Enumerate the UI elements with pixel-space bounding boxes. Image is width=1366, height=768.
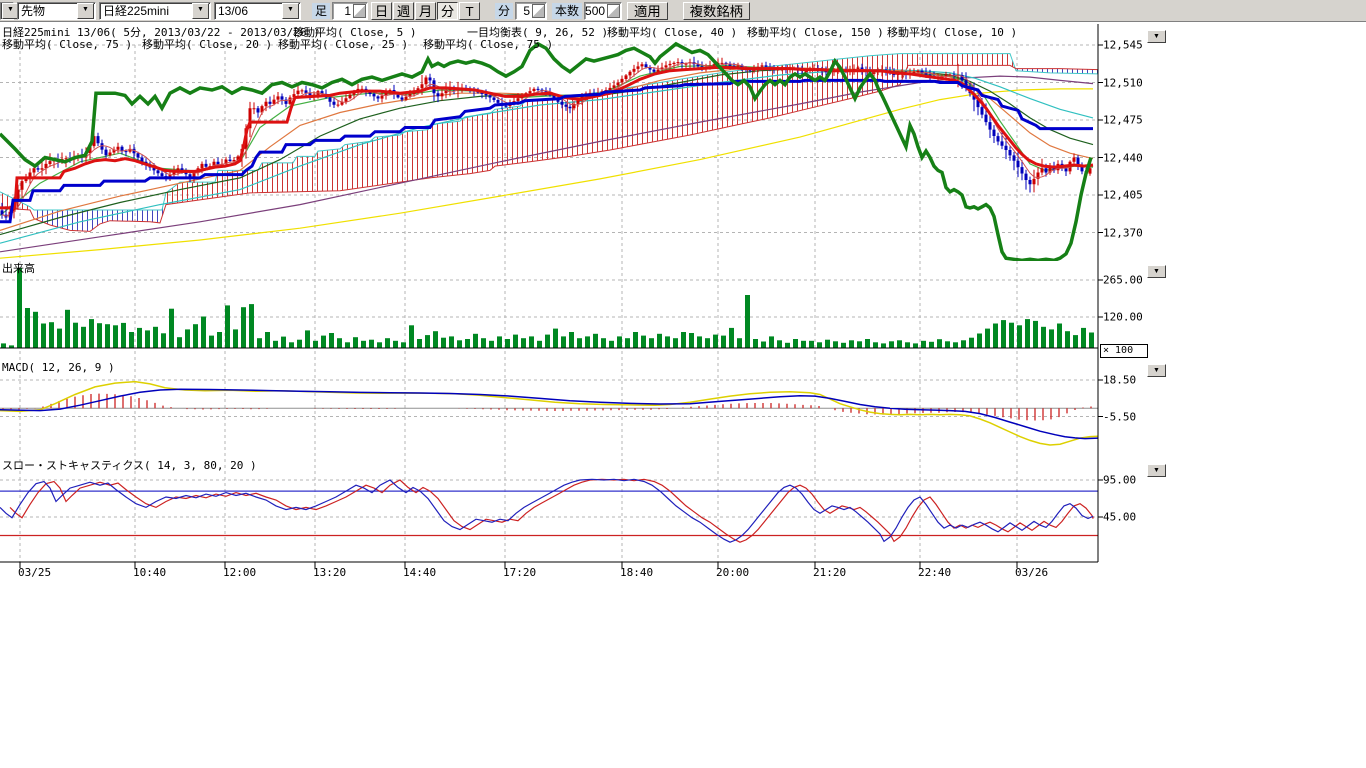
x-axis-label: 03/26 <box>1015 566 1048 579</box>
x-axis-label: 21:20 <box>813 566 846 579</box>
price-y-axis-label: 12,370 <box>1103 226 1143 239</box>
x-axis-label: 18:40 <box>620 566 653 579</box>
x-axis-label: 22:40 <box>918 566 951 579</box>
legend-row2-item: 移動平均( Close, 75 ) <box>423 36 553 52</box>
volume-y-axis-label: 120.00 <box>1103 311 1143 324</box>
volume-multiplier-badge: × 100 <box>1100 344 1148 358</box>
price-y-axis-label: 12,405 <box>1103 189 1143 202</box>
legend-row2-item: 移動平均( Close, 25 ) <box>278 36 408 52</box>
macd-y-axis-label: 18.50 <box>1103 374 1136 387</box>
price-y-axis-label: 12,440 <box>1103 151 1143 164</box>
x-axis-label: 20:00 <box>716 566 749 579</box>
macd-y-axis-label: -5.50 <box>1103 410 1136 423</box>
x-axis-label: 17:20 <box>503 566 536 579</box>
price-y-axis-label: 12,475 <box>1103 114 1143 127</box>
x-axis-label: 10:40 <box>133 566 166 579</box>
price-panel <box>0 44 1098 261</box>
x-axis-label: 13:20 <box>313 566 346 579</box>
legend-row1-item: 移動平均( Close, 150 ) <box>747 24 884 40</box>
macd-panel <box>0 382 1098 445</box>
macd-scale-dropdown-button[interactable]: ▼ <box>1147 364 1166 377</box>
price-scale-dropdown-button[interactable]: ▼ <box>1147 30 1166 43</box>
stoch-panel-title: スロー・ストキャスティクス( 14, 3, 80, 20 ) <box>2 457 257 473</box>
volume-panel-title: 出来高 <box>2 260 35 276</box>
x-axis-label: 14:40 <box>403 566 436 579</box>
stoch-panel <box>0 479 1098 542</box>
legend-row2-item: 移動平均( Close, 20 ) <box>142 36 272 52</box>
volume-y-axis-label: 265.00 <box>1103 274 1143 287</box>
price-y-axis-label: 12,545 <box>1103 39 1143 52</box>
stoch-y-axis-label: 95.00 <box>1103 474 1136 487</box>
x-axis-label: 03/25 <box>18 566 51 579</box>
app-window: ▼ 先物 ▼ 日経225mini ▼ 13/06 ▼ 足 1 日週月分T 分 5… <box>0 0 1366 768</box>
macd-panel-title: MACD( 12, 26, 9 ) <box>2 361 115 374</box>
x-axis-label: 12:00 <box>223 566 256 579</box>
stoch-y-axis-label: 45.00 <box>1103 511 1136 524</box>
legend-row1-item: 移動平均( Close, 40 ) <box>607 24 737 40</box>
stoch-scale-dropdown-button[interactable]: ▼ <box>1147 464 1166 477</box>
volume-scale-dropdown-button[interactable]: ▼ <box>1147 265 1166 278</box>
legend-row1-item: 移動平均( Close, 10 ) <box>887 24 1017 40</box>
price-y-axis-label: 12,510 <box>1103 76 1143 89</box>
legend-row2-item: 移動平均( Close, 75 ) <box>2 36 132 52</box>
